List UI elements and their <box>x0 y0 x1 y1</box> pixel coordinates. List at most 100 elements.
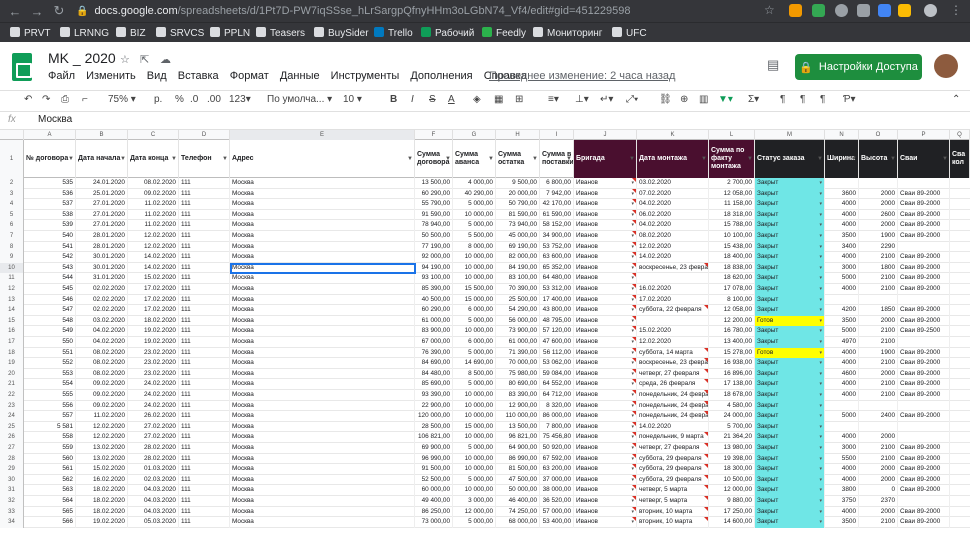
dropdown-arrow-icon[interactable]: ▾ <box>819 316 822 326</box>
italic-button[interactable]: I <box>411 94 414 105</box>
cell-br[interactable]: Иванов ▾ <box>574 390 637 401</box>
cell-st[interactable]: Закрыт ▾ <box>755 178 825 189</box>
cell-st[interactable]: Закрыт ▾ <box>755 284 825 295</box>
row-number[interactable]: 31 <box>0 485 24 496</box>
comment-marker-icon[interactable] <box>632 220 636 225</box>
cell-s[interactable]: 27.01.2020 <box>76 220 128 231</box>
row-number[interactable]: 28 <box>0 453 24 465</box>
comment-marker-icon[interactable] <box>632 315 636 320</box>
comment-marker-icon[interactable] <box>632 305 636 310</box>
cell-av[interactable]: 12 000,00 <box>453 506 496 518</box>
cell-sum[interactable]: 84 690,00 <box>415 358 453 369</box>
cell-ost[interactable]: 71 390,00 <box>496 347 540 359</box>
cell-s[interactable]: 13.02.2020 <box>76 453 128 465</box>
cell-av[interactable]: 15 500,00 <box>453 284 496 295</box>
cell-w[interactable] <box>825 421 859 433</box>
cell-post[interactable]: 38 000,00 <box>540 485 574 496</box>
cell-w[interactable]: 4000 <box>825 464 859 475</box>
cell-h[interactable]: 2100 <box>859 453 898 465</box>
cell-sv[interactable]: Сваи 89-2000 <box>898 188 950 200</box>
cell-fact[interactable]: 13 400,00 <box>709 337 755 348</box>
cell-t[interactable]: 111 <box>179 506 230 518</box>
cell-dm[interactable]: 12.02.2020 <box>637 241 709 253</box>
cell-h[interactable]: 2100 <box>859 390 898 401</box>
cell-a[interactable]: Москва <box>230 220 415 231</box>
dropdown-arrow-icon[interactable]: ▾ <box>819 189 822 199</box>
cell-sv[interactable] <box>898 421 950 433</box>
cell-w[interactable]: 4000 <box>825 284 859 295</box>
spreadsheet-grid[interactable]: ABCDEFGHIJKLMNOPQ 1 № договора ▼ Дата начал… <box>0 130 970 545</box>
comment-marker-icon[interactable] <box>632 178 636 182</box>
menu-kebab-icon[interactable]: ⋮ <box>950 3 962 17</box>
cell-sum[interactable]: 77 190,00 <box>415 241 453 253</box>
comment-marker-icon[interactable] <box>704 496 708 500</box>
cell-sum[interactable]: 67 000,00 <box>415 337 453 348</box>
cell-id[interactable]: 547 <box>24 305 76 316</box>
cell-e[interactable]: 15.02.2020 <box>128 273 179 284</box>
column-header[interactable]: Сумма остатка ▼ <box>496 140 540 178</box>
cell-post[interactable]: 56 112,00 <box>540 347 574 359</box>
cell-w[interactable]: 4970 <box>825 337 859 348</box>
bold-button[interactable]: B <box>390 94 397 105</box>
cell-a[interactable]: Москва <box>230 188 415 200</box>
dropdown-arrow-icon[interactable]: ▾ <box>819 199 822 209</box>
sheets-logo-icon[interactable] <box>12 53 32 81</box>
cell-fact[interactable]: 16 938,00 <box>709 358 755 369</box>
cell-br[interactable]: Иванов ▾ <box>574 209 637 221</box>
comment-marker-icon[interactable] <box>632 252 636 257</box>
url-field[interactable]: docs.google.com/spreadsheets/d/1Pt7D-PW7… <box>94 5 630 17</box>
comment-marker-icon[interactable] <box>632 262 636 267</box>
cell-t[interactable]: 111 <box>179 485 230 496</box>
dropdown-arrow-icon[interactable]: ▾ <box>819 263 822 273</box>
cell-sum[interactable]: 40 500,00 <box>415 294 453 306</box>
cell-w[interactable]: 4000 <box>825 252 859 263</box>
dropdown-arrow-icon[interactable]: ▾ <box>819 390 822 400</box>
cell-sum[interactable]: 60 290,00 <box>415 188 453 200</box>
cell-fact[interactable]: 21 364,20 <box>709 432 755 443</box>
cell-s[interactable]: 30.01.2020 <box>76 262 128 274</box>
cell-w[interactable]: 4000 <box>825 390 859 401</box>
cell-id[interactable]: 539 <box>24 220 76 231</box>
column-letter[interactable]: Q <box>950 130 970 140</box>
cell-post[interactable]: 53 400,00 <box>540 517 574 528</box>
cell-t[interactable]: 111 <box>179 262 230 274</box>
cell-fact[interactable]: 18 300,00 <box>709 464 755 475</box>
cell-h[interactable]: 2100 <box>859 273 898 284</box>
bookmark-lrnng[interactable]: LRNNG <box>60 27 109 39</box>
cell-h[interactable]: 2400 <box>859 411 898 422</box>
cell-t[interactable]: 111 <box>179 241 230 253</box>
cell-h[interactable]: 2100 <box>859 517 898 528</box>
column-letter[interactable]: N <box>825 130 859 140</box>
cell-s[interactable]: 09.02.2020 <box>76 390 128 401</box>
filter-dropdown-icon[interactable]: ▼ <box>701 155 707 163</box>
cell-s[interactable]: 09.02.2020 <box>76 400 128 412</box>
cell-id[interactable]: 558 <box>24 432 76 443</box>
cell-s[interactable]: 27.01.2020 <box>76 199 128 210</box>
cell-dm[interactable]: четверг, 5 марта <box>637 496 709 507</box>
cell-ost[interactable]: 81 500,00 <box>496 464 540 475</box>
cell-br[interactable]: Иванов ▾ <box>574 347 637 359</box>
cell-id[interactable]: 562 <box>24 474 76 486</box>
cell-id[interactable]: 551 <box>24 347 76 359</box>
cell-br[interactable]: Иванов ▾ <box>574 199 637 210</box>
cell-id[interactable]: 550 <box>24 337 76 348</box>
cell-id[interactable]: 559 <box>24 443 76 454</box>
cell-post[interactable]: 64 552,00 <box>540 379 574 390</box>
extension-icon[interactable] <box>812 4 825 17</box>
cell-id[interactable]: 5 581 <box>24 421 76 433</box>
cell-h[interactable]: 2000 <box>859 368 898 380</box>
dropdown-arrow-icon[interactable]: ▾ <box>819 295 822 305</box>
cell-post[interactable]: 8 320,00 <box>540 400 574 412</box>
cell-post[interactable]: 61 590,00 <box>540 209 574 221</box>
cell-br[interactable]: Иванов ▾ <box>574 220 637 231</box>
cell-t[interactable]: 111 <box>179 464 230 475</box>
text-color-button[interactable]: A <box>448 94 455 105</box>
bookmark-ppln[interactable]: PPLN <box>210 27 250 39</box>
cell-st[interactable]: Закрыт ▾ <box>755 400 825 412</box>
cell-h[interactable]: 2100 <box>859 358 898 369</box>
cell-t[interactable]: 111 <box>179 517 230 528</box>
cell-sum[interactable]: 50 500,00 <box>415 231 453 242</box>
cell-ost[interactable]: 56 000,00 <box>496 315 540 327</box>
comment-marker-icon[interactable] <box>704 453 708 458</box>
column-letter[interactable]: H <box>496 130 540 140</box>
